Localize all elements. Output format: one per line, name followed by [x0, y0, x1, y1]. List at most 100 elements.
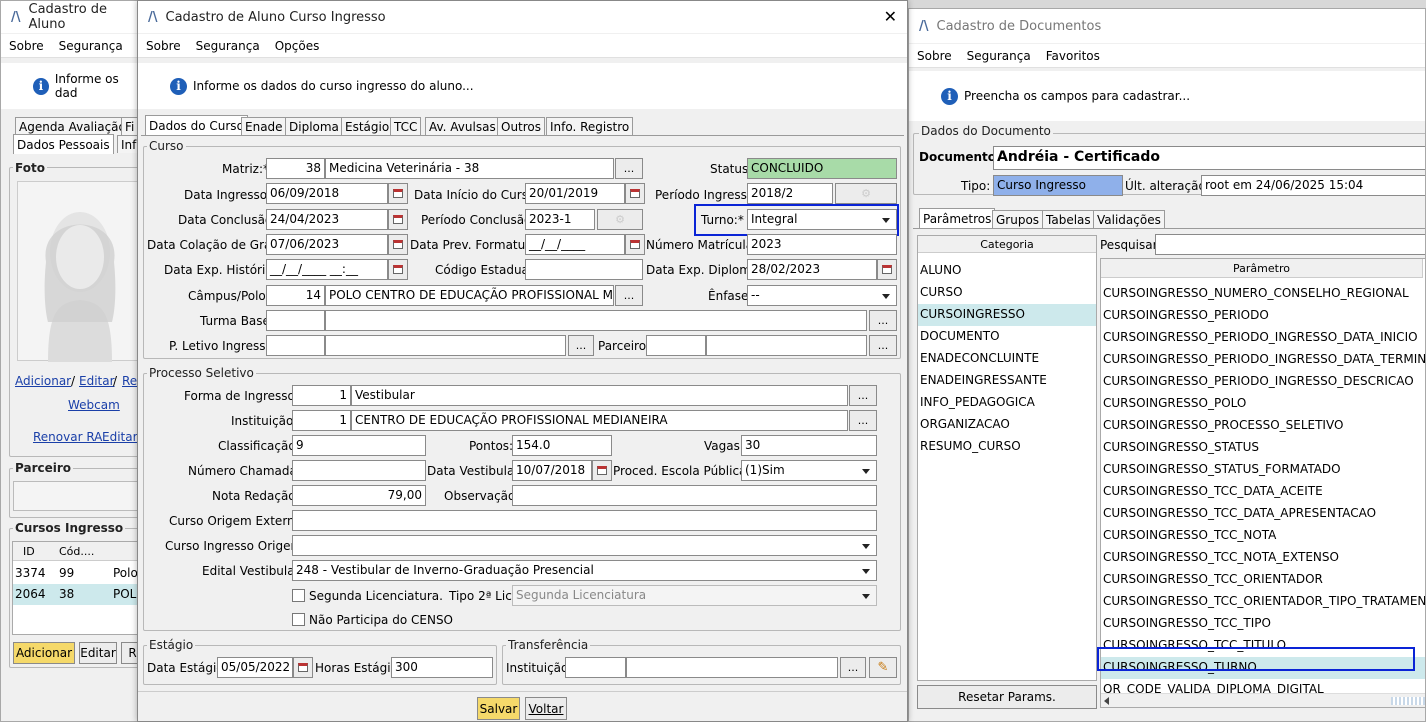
- categoria-item[interactable]: CURSO: [918, 282, 1096, 304]
- data-estagio-calendar-icon[interactable]: [293, 657, 313, 678]
- data-conclusao-field[interactable]: 24/04/2023: [266, 209, 388, 230]
- edital-vestibular-select[interactable]: 248 - Vestibular de Inverno-Graduação Pr…: [292, 560, 877, 581]
- curso-origem-externo-field[interactable]: [292, 510, 877, 531]
- documento-field[interactable]: Andréia - Certificado: [993, 146, 1425, 170]
- tab-parametros[interactable]: Parâmetros: [919, 208, 996, 228]
- adicionar-button[interactable]: Adicionar: [13, 642, 75, 664]
- nota-redacao-field[interactable]: 79,00: [292, 485, 426, 506]
- menu-sobre[interactable]: Sobre: [9, 39, 44, 53]
- pontos-field[interactable]: 154.0: [512, 435, 612, 456]
- matriz-code-field[interactable]: 38: [266, 158, 325, 179]
- instituicao-code-field[interactable]: 1: [292, 410, 351, 431]
- col-id[interactable]: ID: [23, 545, 35, 558]
- data-ingresso-calendar-icon[interactable]: [388, 183, 408, 204]
- tab-tcc[interactable]: TCC: [390, 117, 422, 135]
- data-prev-formatura-field[interactable]: __/__/____: [525, 234, 625, 255]
- col-cod[interactable]: Cód....: [59, 545, 94, 558]
- webcam-link[interactable]: Webcam: [68, 398, 120, 412]
- classificacao-field[interactable]: 9: [292, 435, 426, 456]
- categoria-item[interactable]: ENADECONCLUINTE: [918, 348, 1096, 370]
- horas-estagio-field[interactable]: 300: [391, 657, 493, 678]
- parametro-item[interactable]: CURSOINGRESSO_STATUS: [1101, 437, 1425, 459]
- categoria-item[interactable]: ALUNO: [918, 260, 1096, 282]
- editar-i-link[interactable]: Editar I: [102, 430, 139, 444]
- renovar-ra-link[interactable]: Renovar RA: [33, 430, 102, 444]
- transferencia-search-button[interactable]: ...: [840, 657, 866, 678]
- parametro-item[interactable]: CURSOINGRESSO_TCC_DATA_ACEITE: [1101, 481, 1425, 503]
- menu-seguranca[interactable]: Segurança: [196, 39, 260, 53]
- forma-ingresso-name-field[interactable]: Vestibular: [351, 385, 848, 406]
- parametro-header[interactable]: Parâmetro: [1101, 259, 1423, 278]
- turma-base-code-field[interactable]: [266, 310, 325, 331]
- data-inicio-field[interactable]: 20/01/2019: [525, 183, 625, 204]
- scroll-thumb[interactable]: [1391, 697, 1425, 705]
- data-ingresso-field[interactable]: 06/09/2018: [266, 183, 388, 204]
- data-vestibular-calendar-icon[interactable]: [592, 460, 612, 481]
- parametro-item[interactable]: CURSOINGRESSO_PROCESSO_SELETIVO: [1101, 415, 1425, 437]
- scroll-left-icon[interactable]: [1104, 697, 1109, 705]
- categoria-item[interactable]: ORGANIZACAO: [918, 414, 1096, 436]
- instituicao-search-button[interactable]: ...: [849, 410, 877, 431]
- transferencia-instituicao-code-field[interactable]: [565, 657, 626, 678]
- tab-agenda-avaliacao[interactable]: Agenda Avaliação: [15, 117, 130, 135]
- instituicao-name-field[interactable]: CENTRO DE EDUCAÇÃO PROFISSIONAL MEDIANEI…: [351, 410, 848, 431]
- data-conclusao-calendar-icon[interactable]: [388, 209, 408, 230]
- parceiro-code-field[interactable]: [646, 335, 706, 356]
- observacao-field[interactable]: [512, 485, 877, 506]
- parametro-item[interactable]: CURSOINGRESSO_PERIODO_INGRESSO_DATA_TERM…: [1101, 349, 1425, 371]
- data-exp-diploma-field[interactable]: 28/02/2023: [747, 259, 877, 280]
- tab-enade[interactable]: Enade: [241, 117, 287, 135]
- parametro-item[interactable]: CURSOINGRESSO_PERIODO_INGRESSO_DATA_INIC…: [1101, 327, 1425, 349]
- data-colacao-calendar-icon[interactable]: [388, 234, 408, 255]
- nao-participa-censo-checkbox[interactable]: [292, 613, 305, 626]
- table-row[interactable]: 3374 99 Polo: [13, 563, 139, 584]
- edit-pencil-icon[interactable]: ✎: [869, 657, 897, 678]
- tab-av-avulsas[interactable]: Av. Avulsas: [425, 117, 500, 135]
- tab-tabelas[interactable]: Tabelas: [1042, 210, 1095, 228]
- tipo-field[interactable]: Curso Ingresso: [993, 175, 1123, 196]
- numero-chamada-field[interactable]: [292, 460, 426, 481]
- editar-button[interactable]: Editar: [79, 642, 117, 664]
- parametro-item[interactable]: CURSOINGRESSO_TCC_ORIENTADOR_TIPO_TRATAM…: [1101, 591, 1425, 613]
- categoria-item[interactable]: INFO_PEDAGOGICA: [918, 392, 1096, 414]
- editar-photo-link[interactable]: Editar: [79, 374, 115, 388]
- parceiro-search-button[interactable]: ...: [869, 335, 897, 356]
- matriz-name-field[interactable]: Medicina Veterinária - 38: [325, 158, 614, 179]
- parametro-item[interactable]: CURSOINGRESSO_NUMERO_CONSELHO_REGIONAL: [1101, 283, 1425, 305]
- parametro-item[interactable]: CURSOINGRESSO_PERIODO: [1101, 305, 1425, 327]
- tab-grupos[interactable]: Grupos: [992, 210, 1044, 228]
- parceiro-name-field[interactable]: [706, 335, 867, 356]
- campus-search-button[interactable]: ...: [615, 285, 643, 306]
- forma-ingresso-search-button[interactable]: ...: [849, 385, 877, 406]
- salvar-button[interactable]: Salvar: [477, 697, 520, 720]
- data-vestibular-field[interactable]: 10/07/2018: [512, 460, 592, 481]
- parametro-item[interactable]: CURSOINGRESSO_TCC_ORIENTADOR: [1101, 569, 1425, 591]
- table-row[interactable]: 2064 38 POL: [13, 584, 139, 605]
- tab-dados-pessoais[interactable]: Dados Pessoais: [13, 134, 114, 154]
- codigo-estadual-field[interactable]: [525, 259, 643, 280]
- transferencia-instituicao-name-field[interactable]: [626, 657, 838, 678]
- data-inicio-calendar-icon[interactable]: [625, 183, 645, 204]
- menu-sobre[interactable]: Sobre: [146, 39, 181, 53]
- parametro-item[interactable]: CURSOINGRESSO_STATUS_FORMATADO: [1101, 459, 1425, 481]
- proced-escola-publica-select[interactable]: (1)Sim: [741, 460, 877, 481]
- parametro-item[interactable]: CURSOINGRESSO_TCC_NOTA: [1101, 525, 1425, 547]
- parametro-item[interactable]: CURSOINGRESSO_TCC_NOTA_EXTENSO: [1101, 547, 1425, 569]
- tab-info-registro[interactable]: Info. Registro: [546, 117, 634, 135]
- numero-matricula-field[interactable]: 2023: [747, 234, 897, 255]
- menu-favoritos[interactable]: Favoritos: [1046, 49, 1100, 63]
- categoria-header[interactable]: Categoria: [918, 236, 1096, 253]
- data-exp-historico-calendar-icon[interactable]: [388, 259, 408, 280]
- resetar-params-button[interactable]: Resetar Params.: [917, 685, 1097, 709]
- tab-diploma[interactable]: Diploma: [285, 117, 343, 135]
- periodo-ingresso-field[interactable]: 2018/2: [747, 183, 833, 204]
- parametro-item[interactable]: CURSOINGRESSO_TCC_DATA_APRESENTACAO: [1101, 503, 1425, 525]
- adicionar-photo-link[interactable]: Adicionar: [15, 374, 71, 388]
- segunda-licenciatura-checkbox[interactable]: [292, 589, 305, 602]
- matriz-search-button[interactable]: ...: [615, 158, 643, 179]
- periodo-conclusao-gear-icon[interactable]: ⚙: [597, 209, 643, 230]
- turma-base-name-field[interactable]: [325, 310, 867, 331]
- tab-outros[interactable]: Outros: [497, 117, 546, 135]
- vagas-field[interactable]: 30: [741, 435, 877, 456]
- tab-dados-do-curso[interactable]: Dados do Curso: [145, 115, 248, 135]
